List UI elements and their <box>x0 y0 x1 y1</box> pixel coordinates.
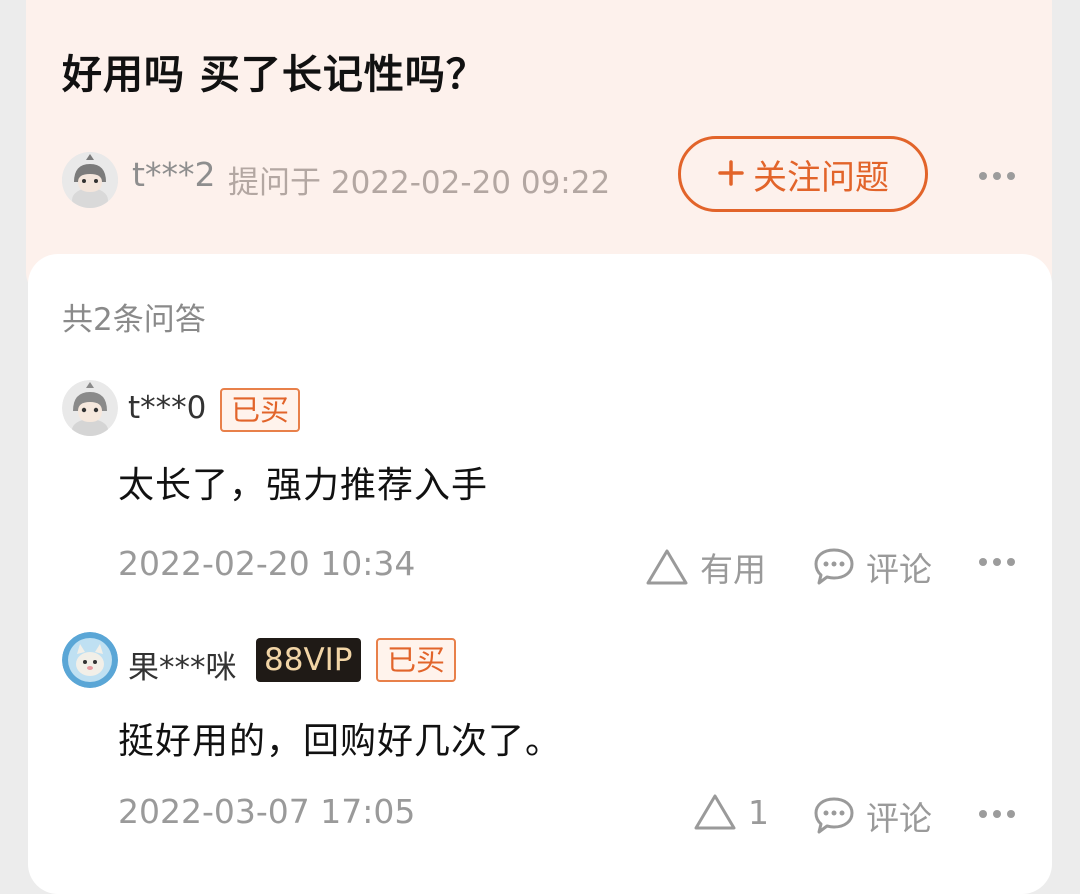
question-title: 好用吗 买了长记性吗？ <box>62 52 487 98</box>
comment-bubble-icon <box>814 548 854 585</box>
answer-username[interactable]: 果***咪 <box>128 642 237 687</box>
answer-more-icon[interactable] <box>979 810 1015 818</box>
follow-question-label: 关注问题 <box>753 157 889 198</box>
answer-text: 太长了，强力推荐入手 <box>118 465 489 506</box>
useful-button[interactable]: 1 <box>692 792 769 832</box>
comment-button[interactable]: 评论 <box>812 792 932 840</box>
comment-bubble-icon <box>814 797 854 834</box>
follow-question-button[interactable]: 关注问题 <box>678 136 928 212</box>
plus-icon <box>717 155 745 193</box>
question-more-icon[interactable] <box>979 172 1015 180</box>
answer-avatar[interactable] <box>62 380 118 436</box>
answer-username[interactable]: t***0 <box>128 390 206 426</box>
asked-time: 提问于 2022-02-20 09:22 <box>228 165 611 201</box>
useful-label: 有用 <box>700 550 766 589</box>
bought-badge: 已买 <box>376 638 457 682</box>
triangle-up-icon <box>694 794 736 830</box>
triangle-up-icon <box>646 549 688 585</box>
comment-label: 评论 <box>866 550 932 589</box>
comment-button[interactable]: 评论 <box>812 543 932 591</box>
answer-avatar[interactable] <box>62 632 118 688</box>
asker-avatar[interactable] <box>62 152 118 208</box>
comment-label: 评论 <box>866 799 932 838</box>
useful-count: 1 <box>748 792 769 832</box>
asker-name[interactable]: t***2 <box>132 155 215 194</box>
answer-count: 共2条问答 <box>62 302 206 338</box>
vip-badge: 88VIP <box>256 638 361 682</box>
answer-time: 2022-02-20 10:34 <box>118 544 416 583</box>
useful-button[interactable]: 有用 <box>644 543 766 591</box>
answer-more-icon[interactable] <box>979 558 1015 566</box>
bought-badge: 已买 <box>220 388 301 432</box>
answer-time: 2022-03-07 17:05 <box>118 792 416 831</box>
answer-text: 挺好用的，回购好几次了。 <box>118 721 563 762</box>
